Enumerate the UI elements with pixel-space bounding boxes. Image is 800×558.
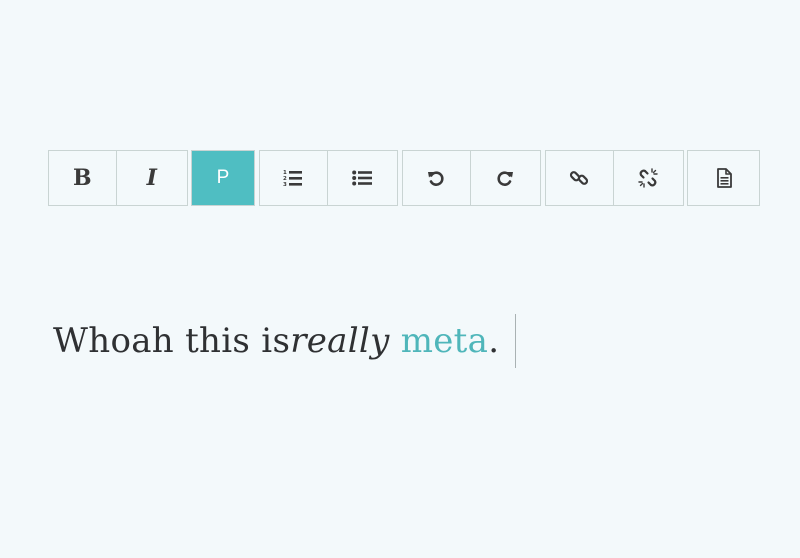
unordered-list-button[interactable]: [326, 151, 397, 205]
paragraph-button[interactable]: P: [192, 151, 254, 205]
editor-link[interactable]: meta: [401, 321, 489, 361]
italic-label: I: [146, 165, 157, 191]
unordered-list-icon: [352, 170, 373, 186]
editor-text-italic: really: [290, 321, 390, 361]
ordered-list-icon: 1 2 3: [283, 169, 303, 187]
document-icon: [716, 168, 732, 188]
svg-text:3: 3: [283, 182, 287, 187]
link-icon: [569, 168, 589, 188]
editor-text-space: [390, 321, 401, 361]
format-group: B I: [48, 150, 188, 206]
source-group: [687, 150, 760, 206]
editor-text-plain: Whoah this is: [53, 321, 291, 361]
text-caret: [515, 314, 517, 368]
paragraph-group: P: [191, 150, 255, 206]
bold-button[interactable]: B: [49, 151, 116, 205]
undo-icon: [427, 169, 445, 187]
redo-icon: [496, 169, 514, 187]
unlink-button[interactable]: [612, 151, 683, 205]
undo-button[interactable]: [403, 151, 470, 205]
bold-label: B: [72, 165, 92, 191]
italic-button[interactable]: I: [115, 151, 187, 205]
paragraph-label: P: [216, 167, 230, 188]
editor-content[interactable]: Whoah this is really meta .: [53, 314, 517, 368]
redo-button[interactable]: [469, 151, 540, 205]
link-group: [545, 150, 684, 206]
ordered-list-button[interactable]: 1 2 3: [260, 151, 327, 205]
unlink-icon: [637, 167, 659, 189]
link-button[interactable]: [546, 151, 613, 205]
source-button[interactable]: [688, 151, 759, 205]
list-group: 1 2 3: [259, 150, 398, 206]
editor-text-period: .: [488, 321, 500, 361]
history-group: [402, 150, 541, 206]
